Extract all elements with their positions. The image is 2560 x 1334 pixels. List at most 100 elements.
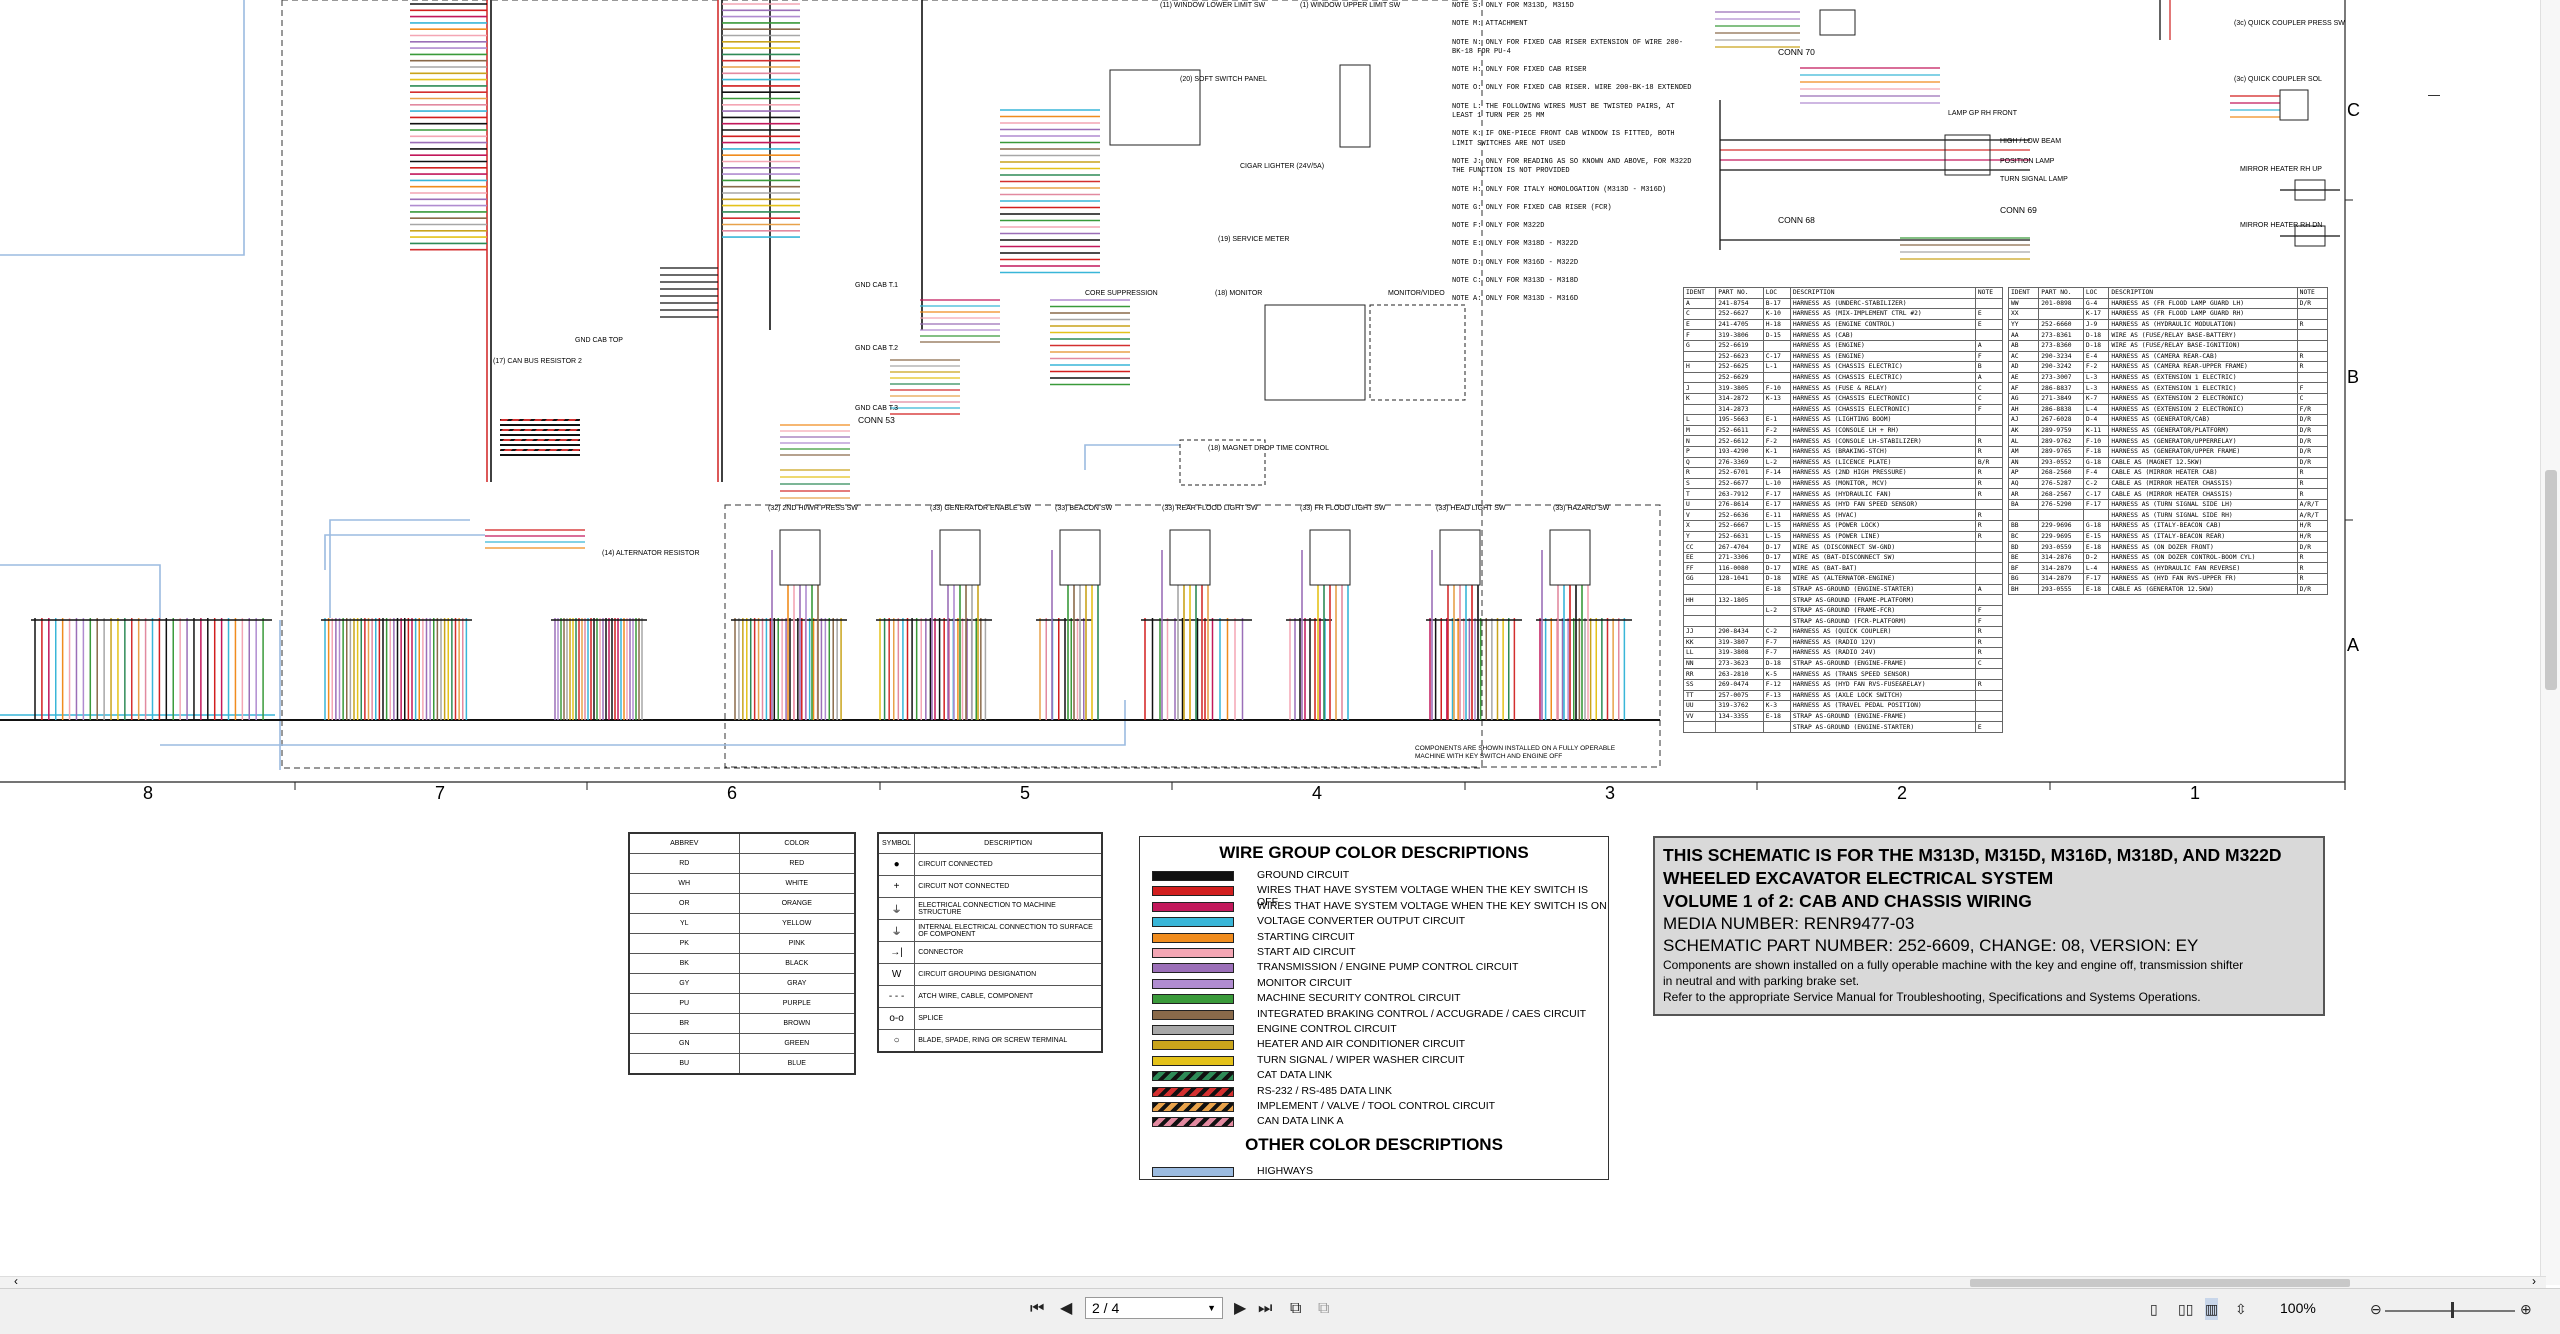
table-cell: CIRCUIT GROUPING DESIGNATION [914,963,1103,986]
table-cell: 229-9696 [2038,520,2084,532]
table-cell: J [1682,382,1717,394]
wire-color-label: WIRES THAT HAVE SYSTEM VOLTAGE WHEN THE … [1257,899,1607,912]
table-cell [1682,721,1717,733]
wire-color-swatch [1152,1071,1234,1082]
next-page-icon[interactable]: ▶ [1234,1298,1246,1320]
table-cell: R [1974,509,2004,522]
table-cell [1715,583,1764,596]
table-cell [1974,498,2004,511]
scroll-right-icon[interactable]: › [2532,1274,2536,1288]
table-cell: 319-3808 [1715,647,1764,659]
table-cell: E-11 [1762,509,1791,522]
continuous-icon[interactable]: ▥ [2205,1298,2219,1320]
table-cell: SPLICE [914,1007,1103,1030]
table-row: + CIRCUIT NOT CONNECTED [877,875,1103,898]
table-cell: A/R/T [2296,509,2329,522]
two-page-icon[interactable]: ▯▯ [2178,1298,2193,1320]
table-cell: BB [2007,520,2040,532]
table-row: SS 269-0474 F-12 HARNESS AS (HYD FAN RVS-FU… [1682,678,2004,691]
wire-color-label: GROUND CIRCUIT [1257,869,1350,881]
table-cell [2082,509,2110,522]
vertical-scroll-thumb[interactable] [2545,470,2557,690]
zoom-out-icon[interactable]: ⊖ [2370,1298,2382,1320]
table-cell: TT [1682,689,1717,702]
switch-rear-flood-label: (33) REAR FLOOD LIGHT SW [1162,505,1258,512]
table-cell: V [1682,509,1717,522]
zoom-in-icon[interactable]: ⊕ [2520,1298,2532,1320]
table-cell: R [1974,647,2004,659]
table-cell [1682,371,1717,384]
table-cell [1974,329,2004,341]
table-cell: D-18 [1762,573,1791,585]
table-cell: ● [877,853,916,876]
fit-width-icon[interactable]: ⧉ [1318,1298,1329,1320]
table-cell: 241-4705 [1715,318,1764,331]
scroll-icon[interactable]: ⇳ [2235,1298,2247,1320]
page-number-input[interactable]: 2 / 4 ▼ [1085,1297,1223,1319]
table-row: BC 229-9695 E-15 HARNESS AS (ITALY-BEACON R… [2007,530,2329,543]
table-header: NOTE [2296,287,2329,299]
wire-color-label: IMPLEMENT / VALVE / TOOL CONTROL CIRCUIT [1257,1100,1496,1112]
zoom-slider[interactable] [2385,1310,2515,1312]
table-row: YY 252-6660 J-9 HARNESS AS (HYDRAULIC MODUL… [2007,318,2329,331]
vertical-scrollbar[interactable] [2540,0,2560,1285]
table-cell: D/R [2296,414,2329,426]
table-cell: NN [1682,657,1717,670]
table-cell: HARNESS AS (MONITOR, MCV) [1789,477,1976,490]
note-item: NOTE K: IF ONE-PIECE FRONT CAB WINDOW IS… [1452,130,1675,148]
table-cell: HARNESS AS (FR FLOOD LAMP GUARD LH) [2108,297,2298,310]
wire-color-label: TRANSMISSION / ENGINE PUMP CONTROL CIRCU… [1257,961,1519,974]
table-cell: R [1974,626,2004,638]
table-row: BE 314-2876 D-2 HARNESS AS (ON DOZER CONTRO… [2007,551,2329,564]
table-cell: BROWN [738,1013,856,1034]
window-lower-label: (11) WINDOW LOWER LIMIT SW [1160,2,1266,9]
table-cell: YY [2007,318,2040,331]
wire-color-swatch [1152,948,1234,958]
table-cell: W [877,963,916,986]
table-cell: D/R [2296,541,2329,553]
cigar-lighter-label: CIGAR LIGHTER (24V/5A) [1240,163,1325,170]
table-cell: 289-9759 [2038,424,2084,437]
last-page-icon[interactable]: ⏭ [1258,1298,1272,1320]
table-cell: HARNESS AS (TURN SIGNAL SIDE LH) [2108,498,2298,511]
quick-coupler-sol-label: (3c) QUICK COUPLER SOL [2234,76,2322,83]
table-cell: H/R [2296,520,2329,532]
first-page-icon[interactable]: ⏮ [1030,1298,1044,1320]
table-row: J 319-3805 F-10 HARNESS AS (FUSE & RELAY) C [1682,382,2004,394]
note-item: NOTE D: ONLY FOR M316D - M322D [1452,258,1579,267]
table-cell: F/R [2296,403,2329,416]
table-cell: YL [628,913,740,934]
table-cell: E [1682,318,1717,331]
scroll-left-icon[interactable]: ‹ [14,1274,18,1288]
table-cell: HARNESS AS (ITALY-BEACON CAB) [2108,520,2298,532]
table-cell: AH [2007,403,2040,416]
table-cell: AG [2007,392,2040,405]
single-page-icon[interactable]: ▯ [2150,1298,2158,1320]
position-lamp-label: POSITION LAMP [2000,158,2055,165]
zoom-level[interactable]: 100% [2280,1300,2316,1316]
table-cell: R [1974,678,2004,691]
fit-page-icon[interactable]: ⧉ [1290,1298,1301,1320]
table-cell: HARNESS AS (HYDRAULIC FAN REVERSE) [2108,562,2298,575]
table-cell: 293-0555 [2038,583,2084,596]
zoom-slider-knob[interactable] [2451,1302,2454,1318]
wire-color-label: STARTING CIRCUIT [1257,930,1355,943]
table-cell: F-2 [1762,435,1791,447]
table-cell: 252-6623 [1715,350,1764,363]
table-row: RD RED [628,853,856,874]
conn70-label: CONN 70 [1778,47,1815,57]
table-row: HH 132-1805 STRAP AS-GROUND (FRAME-PLATFOR… [1682,594,2004,606]
chevron-down-icon[interactable]: ▼ [1207,1298,1216,1318]
table-cell: WIRE AS (FUSE/RELAY BASE-BATTERY) [2108,329,2298,341]
table-row: 252-6623 C-17 HARNESS AS (ENGINE) F [1682,350,2004,363]
horizontal-scroll-thumb[interactable] [1970,1279,2350,1287]
table-cell: 273-8361 [2038,329,2084,341]
table-cell: AJ [2007,414,2040,426]
table-row: AK 289-9759 K-11 HARNESS AS (GENERATOR/PLAT… [2007,424,2329,437]
table-cell: E-4 [2082,350,2110,363]
table-row: GN GREEN [628,1033,856,1054]
prev-page-icon[interactable]: ◀ [1060,1298,1072,1320]
table-row: AH 286-8838 L-4 HARNESS AS (EXTENSION 2 ELE… [2007,403,2329,416]
window-upper-label: (1) WINDOW UPPER LIMIT SW [1300,2,1401,9]
table-cell: OR [628,893,740,914]
